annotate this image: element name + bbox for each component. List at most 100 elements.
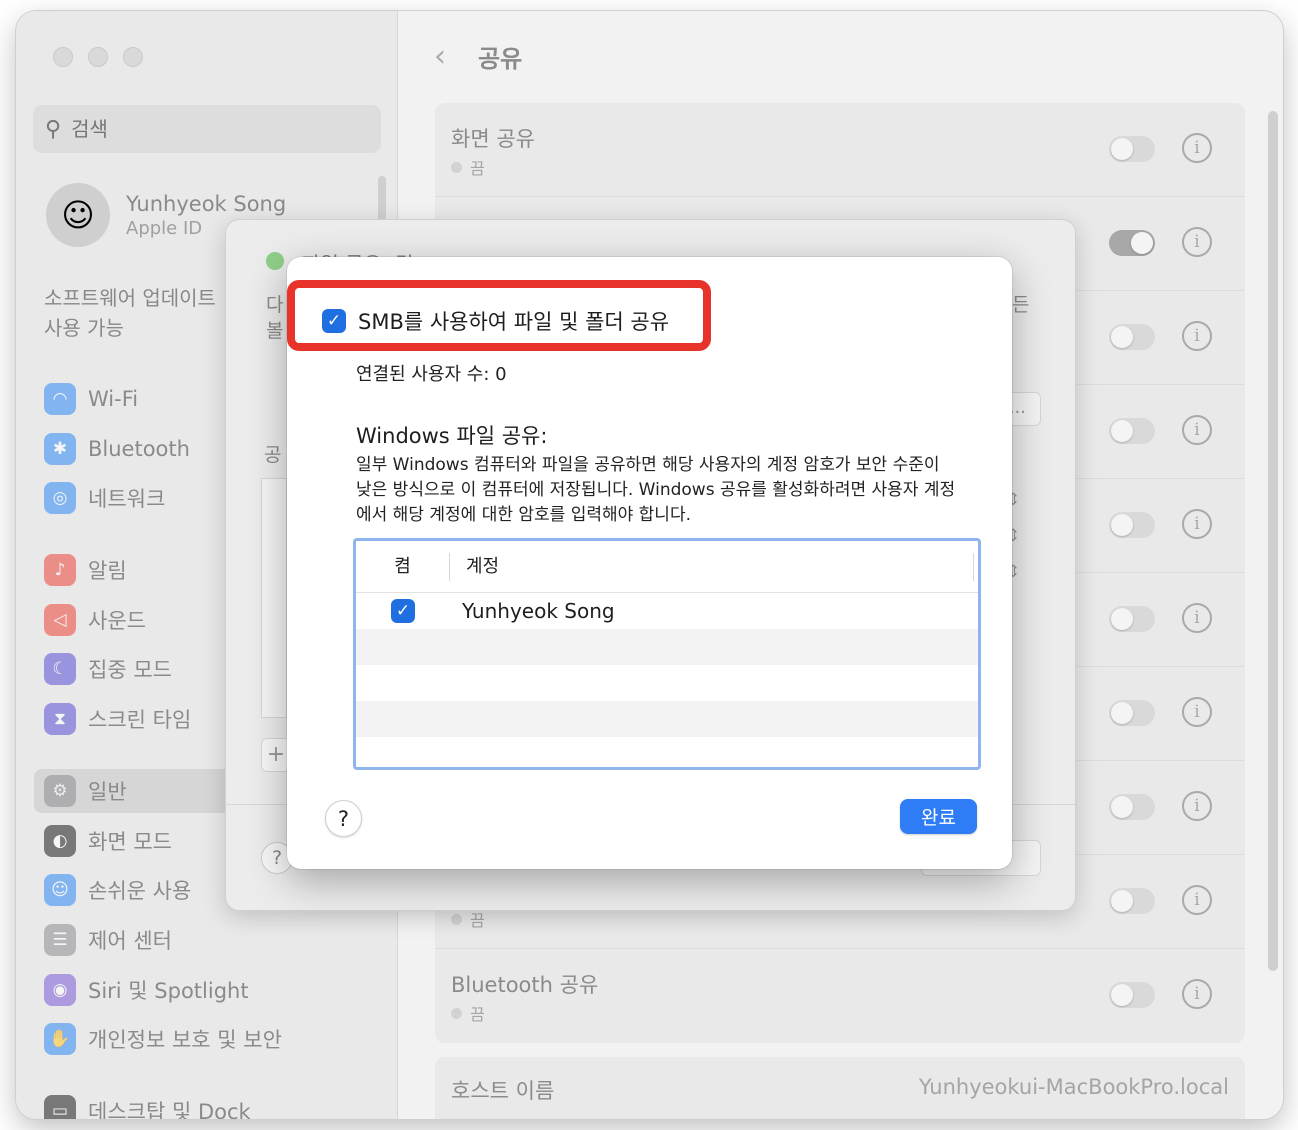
appearance-icon: ◐	[44, 825, 76, 857]
info-icon[interactable]: i	[1182, 979, 1212, 1009]
column-header-account[interactable]: 계정	[450, 553, 499, 581]
info-icon[interactable]: i	[1182, 415, 1212, 445]
sharing-toggle[interactable]	[1109, 982, 1155, 1008]
info-icon[interactable]: i	[1182, 885, 1212, 915]
done-button[interactable]: 완료	[900, 799, 977, 834]
sharing-toggle[interactable]	[1109, 136, 1155, 162]
sidebar-item-label: 스크린 타임	[88, 708, 192, 732]
smb-checkbox[interactable]: ✓	[322, 309, 346, 333]
window-controls	[53, 47, 143, 67]
sharing-toggle[interactable]	[1109, 418, 1155, 444]
sharing-row: 화면 공유끔 i	[435, 103, 1245, 197]
sharing-toggle[interactable]	[1109, 230, 1155, 256]
table-header: 켬 계정	[356, 541, 978, 593]
info-icon[interactable]: i	[1182, 509, 1212, 539]
windows-sharing-title: Windows 파일 공유:	[356, 424, 548, 448]
page-title: 공유	[478, 45, 523, 73]
sidebar-search[interactable]: ⚲	[33, 105, 381, 153]
sidebar-item-label: 화면 모드	[88, 830, 172, 854]
wifi-icon: ◠	[44, 383, 76, 415]
dialog-help-button[interactable]: ?	[325, 800, 362, 837]
sidebar-item-label: Siri 및 Spotlight	[88, 979, 249, 1003]
sidebar-item[interactable]: ☰ 제어 센터	[34, 918, 379, 962]
avatar: ☺	[46, 183, 110, 247]
sidebar-item-label: 손쉬운 사용	[88, 879, 192, 903]
dock-icon: ▭	[44, 1095, 76, 1119]
minimize-window-button[interactable]	[88, 47, 108, 67]
table-row-empty	[356, 701, 978, 737]
user-name: Yunhyeok Song	[126, 191, 287, 216]
zoom-window-button[interactable]	[123, 47, 143, 67]
speaker-icon: ◁	[44, 604, 76, 636]
search-icon: ⚲	[45, 116, 62, 142]
status-text: 끔	[470, 159, 485, 178]
sidebar-item-label: 네트워크	[88, 487, 166, 511]
smb-options-dialog: ✓ SMB를 사용하여 파일 및 폴더 공유 연결된 사용자 수: 0 Wind…	[287, 257, 1012, 869]
status-dot-icon	[451, 161, 462, 173]
panel-text-fragment: 볼	[266, 320, 284, 342]
hostname-row: 호스트 이름 Yunhyeokui-MacBookPro.local	[435, 1057, 1245, 1119]
sidebar-item-label: 제어 센터	[88, 929, 172, 953]
sidebar-item[interactable]: ✋ 개인정보 보호 및 보안	[34, 1017, 379, 1061]
sharing-row-status: 끔	[451, 1001, 485, 1025]
software-update-notice[interactable]: 소프트웨어 업데이트 사용 가능	[44, 283, 234, 343]
sharing-toggle[interactable]	[1109, 606, 1155, 632]
info-icon[interactable]: i	[1182, 133, 1212, 163]
moon-icon: ☾	[44, 653, 76, 685]
gear-icon: ⚙	[44, 775, 76, 807]
status-dot-icon	[266, 252, 284, 270]
table-row-empty	[356, 629, 978, 665]
shared-folders-list[interactable]	[261, 478, 287, 718]
main-scrollbar[interactable]	[1268, 111, 1278, 971]
connected-users-count: 연결된 사용자 수: 0	[356, 364, 507, 385]
sharing-toggle[interactable]	[1109, 512, 1155, 538]
control-center-icon: ☰	[44, 924, 76, 956]
table-row-empty	[356, 665, 978, 701]
smb-label: SMB를 사용하여 파일 및 폴더 공유	[358, 310, 670, 334]
info-icon[interactable]: i	[1182, 603, 1212, 633]
windows-accounts-table[interactable]: 켬 계정 ✓ Yunhyeok Song	[353, 538, 981, 770]
back-chevron-icon[interactable]: ‹	[434, 39, 446, 74]
status-text: 끔	[470, 1005, 485, 1024]
sidebar-item[interactable]: ◉ Siri 및 Spotlight	[34, 968, 379, 1012]
search-input[interactable]	[71, 117, 332, 141]
info-icon[interactable]: i	[1182, 227, 1212, 257]
sharing-row-title: Bluetooth 공유	[451, 973, 599, 997]
account-name: Yunhyeok Song	[462, 599, 615, 623]
windows-sharing-description: 일부 Windows 컴퓨터와 파일을 공유하면 해당 사용자의 계정 암호가 …	[356, 455, 956, 525]
hostname-label: 호스트 이름	[451, 1079, 555, 1103]
sidebar-item-label: Wi-Fi	[88, 387, 139, 411]
status-dot-icon	[451, 1007, 462, 1019]
sharing-toggle[interactable]	[1109, 700, 1155, 726]
globe-icon: ◎	[44, 482, 76, 514]
table-row[interactable]: ✓ Yunhyeok Song	[356, 593, 978, 629]
sharing-row-title: 화면 공유	[451, 127, 535, 151]
sharing-row-status: 끔	[451, 155, 485, 179]
sharing-row: Bluetooth 공유끔 i	[435, 949, 1245, 1043]
info-icon[interactable]: i	[1182, 321, 1212, 351]
info-icon[interactable]: i	[1182, 697, 1212, 727]
panel-text-fragment: 공	[264, 444, 282, 466]
sharing-toggle[interactable]	[1109, 324, 1155, 350]
panel-text-fragment: 다	[266, 294, 284, 316]
account-checkbox[interactable]: ✓	[391, 599, 415, 623]
bell-icon: ♪	[44, 554, 76, 586]
sidebar-item-label: 알림	[88, 559, 127, 583]
hourglass-icon: ⧗	[44, 703, 76, 735]
siri-icon: ◉	[44, 974, 76, 1006]
sidebar-item-label: 개인정보 보호 및 보안	[88, 1028, 282, 1052]
status-dot-icon	[451, 913, 462, 925]
sidebar-item[interactable]: ▭ 데스크탑 및 Dock	[34, 1089, 379, 1119]
panel-text-fragment: 든	[1012, 294, 1030, 316]
bluetooth-icon: ✱	[44, 433, 76, 465]
sidebar-item-label: 일반	[88, 780, 127, 804]
sharing-toggle[interactable]	[1109, 794, 1155, 820]
info-icon[interactable]: i	[1182, 791, 1212, 821]
sidebar-item-label: 데스크탑 및 Dock	[88, 1100, 251, 1119]
hand-icon: ✋	[44, 1023, 76, 1055]
smb-option[interactable]: ✓ SMB를 사용하여 파일 및 폴더 공유	[322, 306, 669, 336]
column-header-on[interactable]: 켬	[356, 552, 450, 581]
sidebar-item-label: 집중 모드	[88, 658, 172, 682]
sharing-toggle[interactable]	[1109, 888, 1155, 914]
close-window-button[interactable]	[53, 47, 73, 67]
